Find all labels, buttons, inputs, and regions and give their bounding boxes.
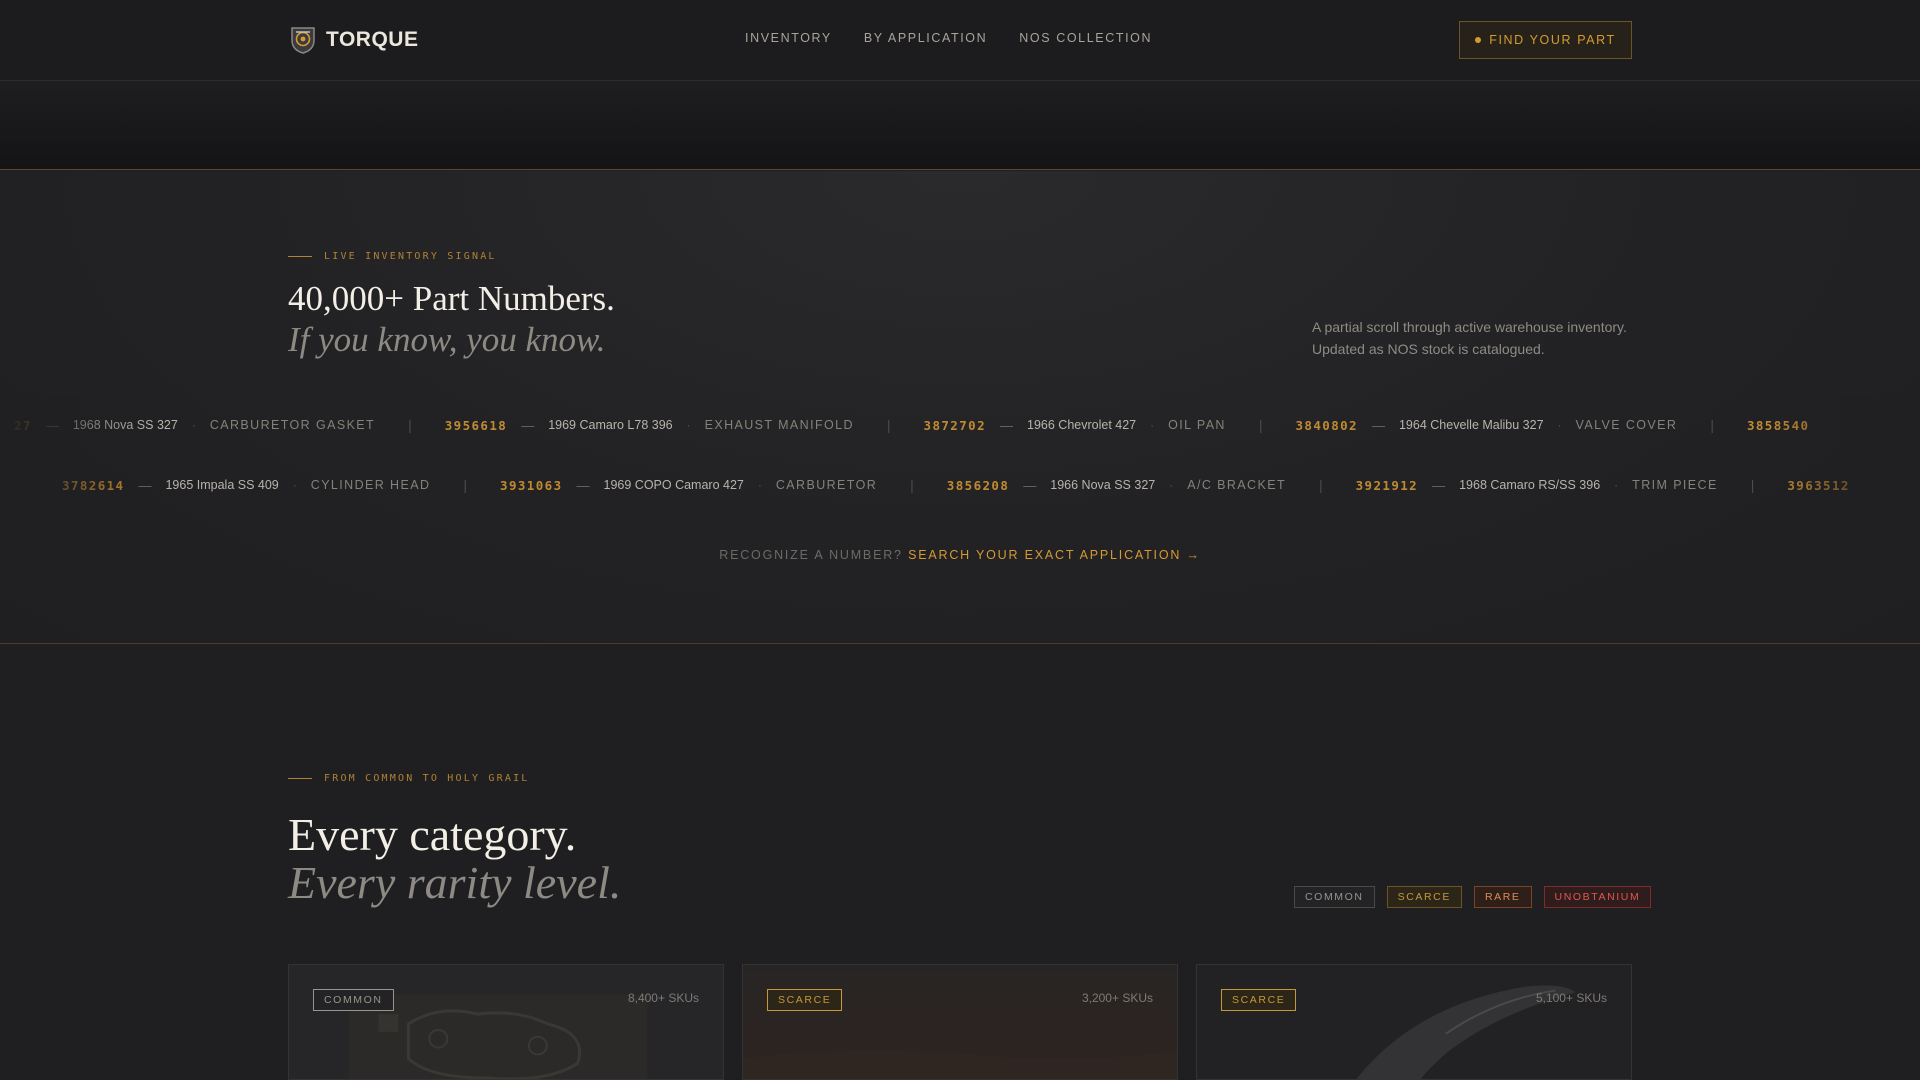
vehicle-application: 1966 Nova SS 327: [1050, 478, 1156, 492]
category-card-exhaust[interactable]: SCARCE 3,200+ SKUs: [742, 964, 1178, 1080]
ticker-item: 3921912 — 1968 Camaro RS/SS 396 · TRIM P…: [1355, 477, 1755, 493]
categories-subtitle: Every rarity level.: [288, 857, 622, 908]
gasket-photo-icon: [289, 965, 723, 1079]
part-name: EXHAUST MANIFOLD: [704, 418, 854, 432]
part-number: 3931063: [500, 477, 563, 493]
search-application-link[interactable]: SEARCH YOUR EXACT APPLICATION →: [908, 548, 1201, 562]
signal-subtitle: If you know, you know.: [288, 320, 606, 359]
ticker-item: 3856208 — 1966 Nova SS 327 · A/C BRACKET…: [946, 477, 1323, 493]
ticker-item: 3963512: [1787, 473, 1849, 497]
part-number: 3858540: [1746, 417, 1810, 433]
rarity-rare-badge[interactable]: RARE: [1473, 886, 1532, 908]
part-name: CYLINDER HEAD: [310, 478, 431, 492]
site-header: TORQUE INVENTORY BY APPLICATION NOS COLL…: [0, 0, 1920, 81]
main-nav: INVENTORY BY APPLICATION NOS COLLECTION: [745, 31, 1152, 45]
hero-band: [0, 81, 1920, 170]
nav-by-application[interactable]: BY APPLICATION: [864, 31, 987, 45]
status-dot-icon: [1475, 37, 1482, 43]
ticker-item: 3931063 — 1969 COPO Camaro 427 · CARBURE…: [500, 477, 914, 493]
part-number: 3963512: [1787, 477, 1850, 493]
eyebrow-rule: [288, 778, 312, 779]
category-card-trim[interactable]: SCARCE 5,100+ SKUs: [1196, 964, 1632, 1080]
find-your-part-button[interactable]: FIND YOUR PART: [1459, 21, 1632, 59]
part-number: 3956618: [444, 417, 508, 433]
card-rarity-badge: SCARCE: [767, 989, 843, 1011]
part-number: 3921912: [1355, 477, 1419, 493]
card-rarity-badge: SCARCE: [1221, 989, 1297, 1011]
category-card-gaskets[interactable]: COMMON 8,400+ SKUs: [288, 964, 724, 1080]
vehicle-application: 1968 Nova SS 327: [72, 418, 178, 432]
vehicle-application: 1969 Camaro L78 396: [548, 418, 673, 432]
brand-logo[interactable]: TORQUE: [288, 24, 418, 56]
signal-title: 40,000+ Part Numbers.: [288, 279, 615, 318]
part-name: OIL PAN: [1168, 418, 1226, 432]
ticker-item: 3858540: [1747, 413, 1809, 437]
piston-crest-icon: [291, 27, 315, 54]
ticker-item: 3840802 — 1964 Chevelle Malibu 327 · VAL…: [1295, 417, 1714, 433]
recognize-question: RECOGNIZE A NUMBER?: [719, 548, 903, 562]
card-sku-count: 3,200+ SKUs: [1081, 991, 1153, 1005]
signal-description: A partial scroll through active warehous…: [1312, 319, 1627, 357]
eyebrow-rule: [288, 256, 312, 257]
vehicle-application: 1964 Chevelle Malibu 327: [1398, 418, 1544, 432]
find-your-part-label: FIND YOUR PART: [1489, 33, 1616, 47]
categories-eyebrow: FROM COMMON TO HOLY GRAIL: [288, 773, 530, 784]
ticker-item: 3782614 — 1965 Impala SS 409 · CYLINDER …: [62, 477, 468, 493]
nav-inventory[interactable]: INVENTORY: [745, 31, 832, 45]
brand-name: TORQUE: [326, 28, 419, 51]
categories-title: Every category.: [288, 809, 577, 860]
vehicle-application: 1968 Camaro RS/SS 396: [1459, 478, 1601, 492]
rarity-common-badge[interactable]: COMMON: [1294, 886, 1375, 908]
ticker-row-2: 3782614 — 1965 Impala SS 409 · CYLINDER …: [0, 473, 1920, 497]
part-number: 3840802: [1295, 417, 1358, 433]
ticker-row-1: 27 — 1968 Nova SS 327 · CARBURETOR GASKE…: [0, 413, 1920, 437]
ticker-track-1: 27 — 1968 Nova SS 327 · CARBURETOR GASKE…: [14, 413, 1809, 437]
part-number: 3782614: [62, 477, 125, 493]
card-sku-count: 5,100+ SKUs: [1535, 991, 1607, 1005]
vehicle-application: 1969 COPO Camaro 427: [603, 478, 744, 492]
part-number: 3856208: [946, 477, 1010, 493]
chrome-trim-photo-icon: [1197, 965, 1631, 1079]
recognize-prompt: RECOGNIZE A NUMBER? SEARCH YOUR EXACT AP…: [0, 548, 1920, 562]
card-rarity-badge: COMMON: [313, 989, 394, 1011]
part-name: A/C BRACKET: [1187, 478, 1286, 492]
part-name: TRIM PIECE: [1632, 478, 1718, 492]
vehicle-application: 1966 Chevrolet 427: [1027, 418, 1137, 432]
nav-nos-collection[interactable]: NOS COLLECTION: [1019, 31, 1152, 45]
ticker-item: 27 — 1968 Nova SS 327 · CARBURETOR GASKE…: [14, 417, 412, 433]
exhaust-photo-icon: [743, 965, 1177, 1079]
part-number: 3872702: [923, 417, 987, 433]
ticker-item: 3872702 — 1966 Chevrolet 427 · OIL PAN |: [923, 417, 1263, 433]
ticker-item: 3956618 — 1969 Camaro L78 396 · EXHAUST …: [444, 417, 891, 433]
inventory-signal-section: [0, 171, 1920, 644]
rarity-unobtanium-badge[interactable]: UNOBTANIUM: [1543, 886, 1652, 908]
part-name: VALVE COVER: [1575, 418, 1678, 432]
part-number: 27: [14, 417, 32, 433]
part-name: CARBURETOR: [775, 478, 878, 492]
part-name: CARBURETOR GASKET: [209, 418, 376, 432]
rarity-scarce-badge[interactable]: SCARCE: [1386, 886, 1462, 908]
signal-eyebrow-text: LIVE INVENTORY SIGNAL: [324, 251, 497, 262]
rarity-filter: COMMON SCARCE RARE UNOBTANIUM: [1294, 886, 1652, 908]
signal-eyebrow: LIVE INVENTORY SIGNAL: [288, 251, 497, 262]
card-sku-count: 8,400+ SKUs: [627, 991, 699, 1005]
categories-eyebrow-text: FROM COMMON TO HOLY GRAIL: [324, 773, 530, 784]
vehicle-application: 1965 Impala SS 409: [165, 478, 279, 492]
ticker-track-2: 3782614 — 1965 Impala SS 409 · CYLINDER …: [62, 473, 1850, 497]
